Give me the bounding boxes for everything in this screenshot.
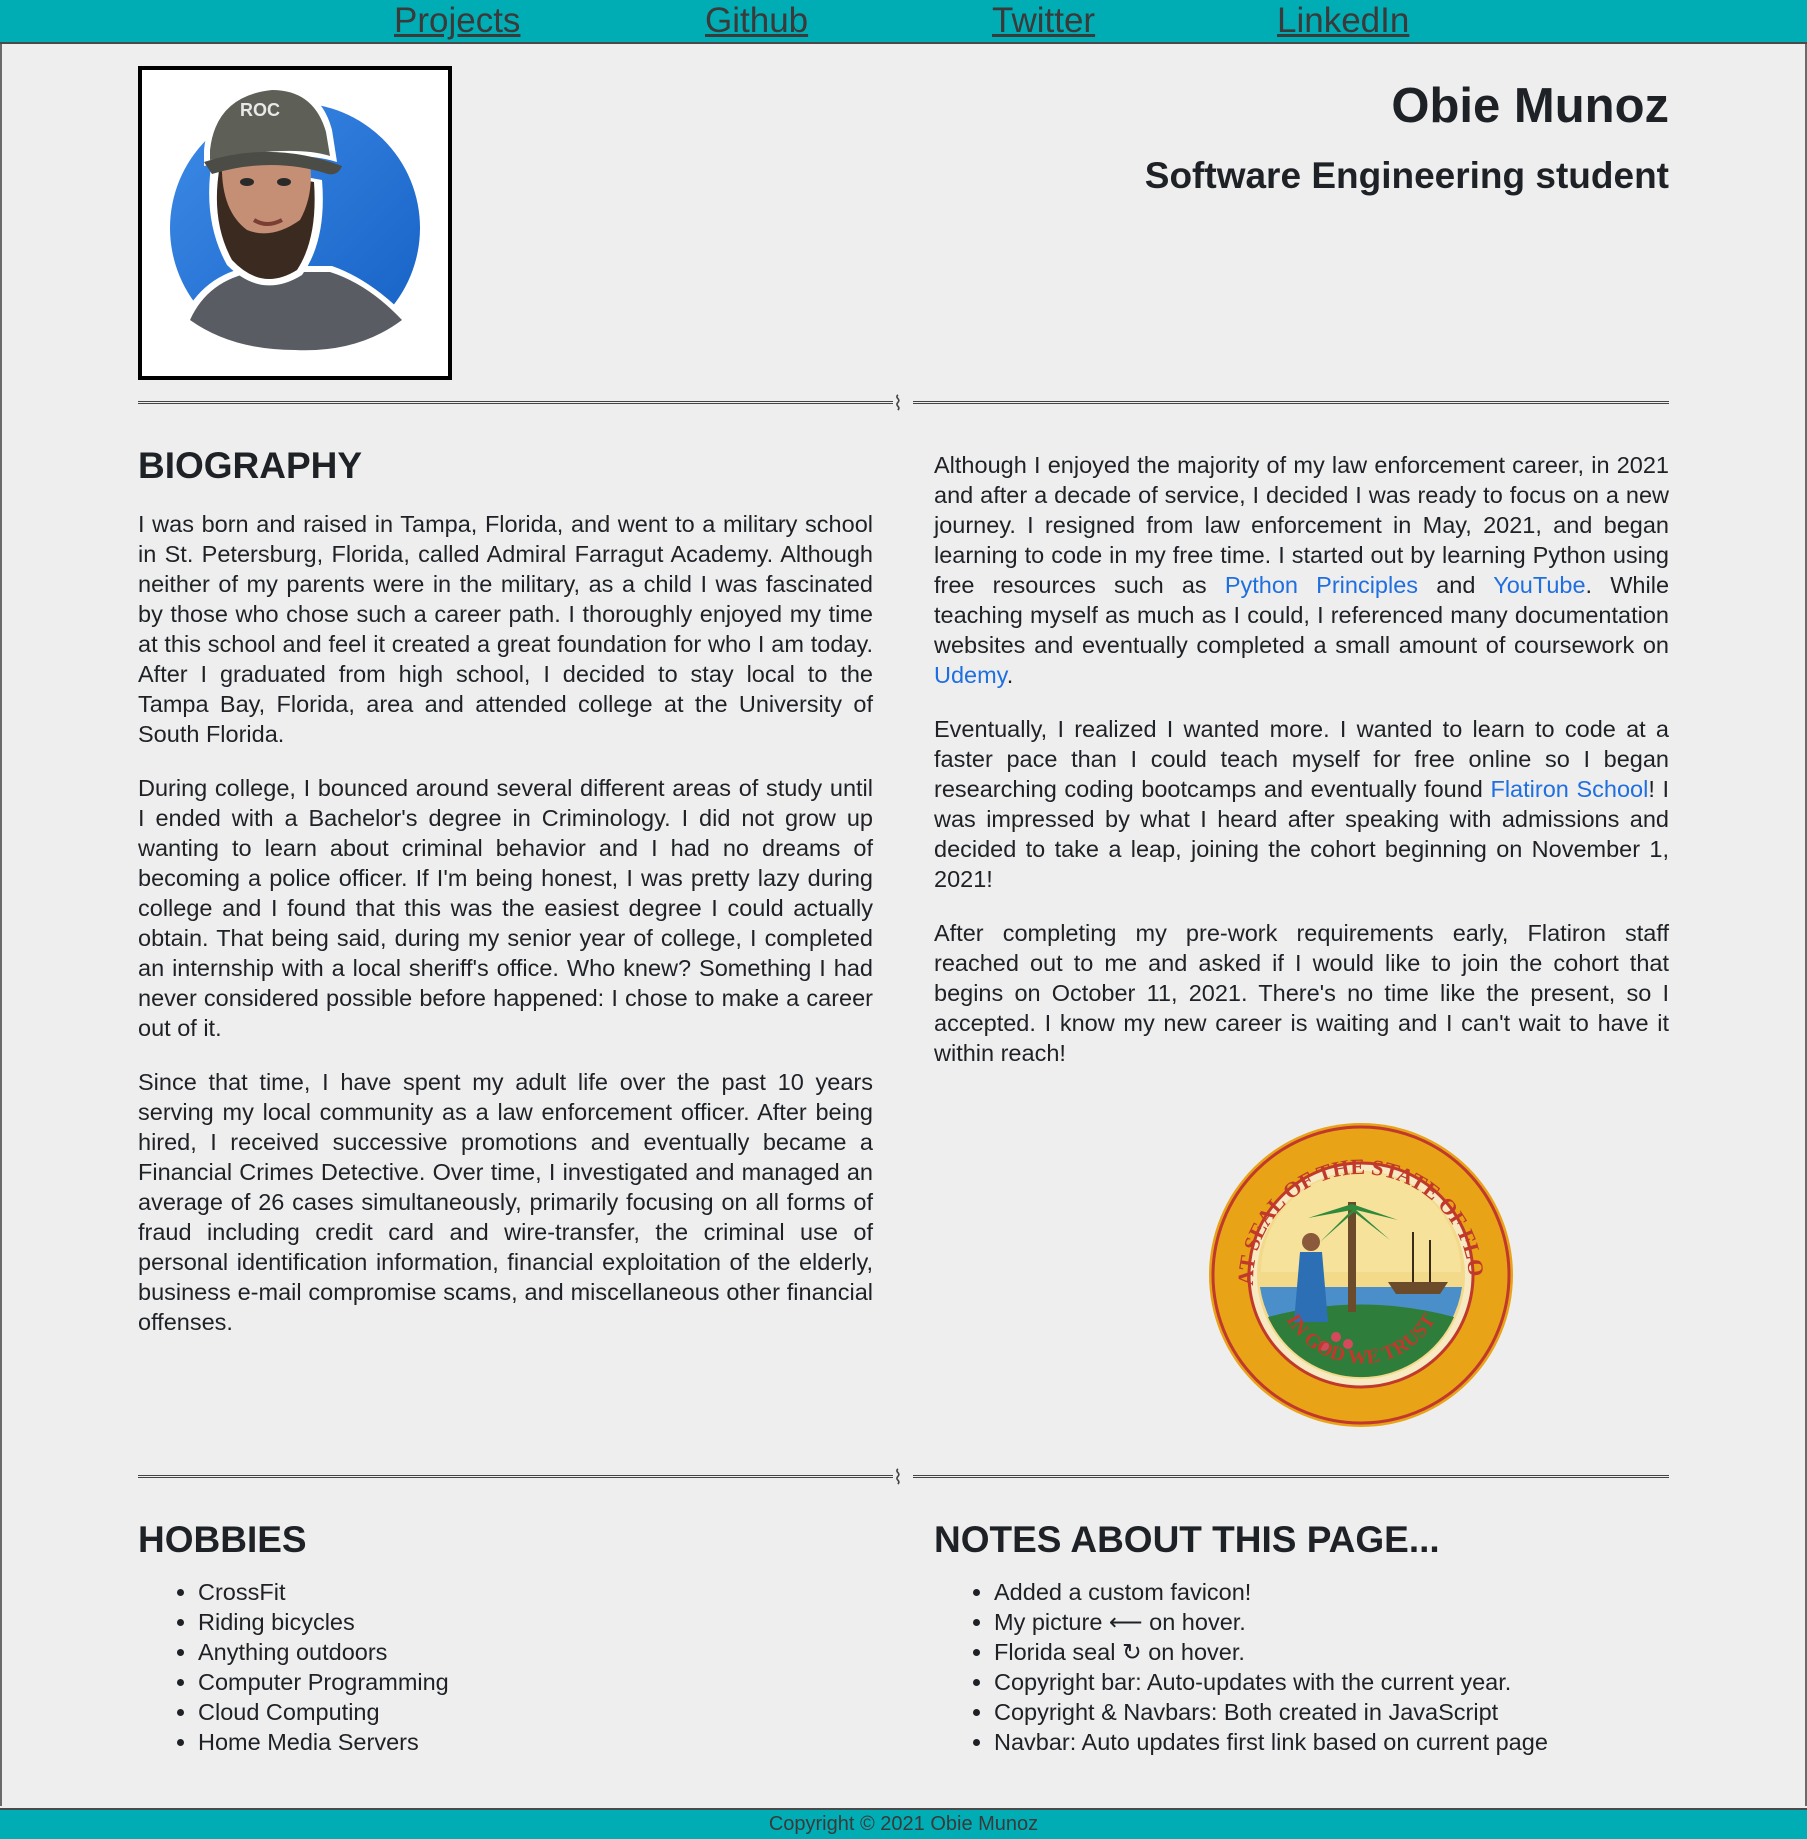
hobbies-section: HOBBIES CrossFit Riding bicycles Anythin… [138,1518,873,1757]
list-item: Computer Programming [198,1667,873,1697]
hobbies-list: CrossFit Riding bicycles Anything outdoo… [138,1577,873,1757]
biography-paragraph: Although I enjoyed the majority of my la… [934,450,1669,690]
paragraph-text: . [1006,662,1014,688]
florida-seal-icon: GREAT SEAL OF THE STATE OF FLORIDA IN GO… [1199,1102,1513,1427]
list-item: Added a custom favicon! [994,1577,1669,1607]
notes-list: Added a custom favicon! My picture ⟵ on … [934,1577,1669,1757]
paragraph-text: and [1418,572,1494,598]
biography-paragraph: Eventually, I realized I wanted more. I … [934,714,1669,894]
svg-text:ROC: ROC [240,100,280,120]
list-item: Copyright & Navbars: Both created in Jav… [994,1697,1669,1727]
nav-link-projects[interactable]: Projects [394,0,520,42]
list-item: Home Media Servers [198,1727,873,1757]
biography-paragraph: I was born and raised in Tampa, Florida,… [138,511,873,747]
section-divider: ⌇ [138,1467,1669,1489]
list-item: Anything outdoors [198,1637,873,1667]
biography-paragraph: During college, I bounced around several… [138,775,873,1041]
nav-link-twitter[interactable]: Twitter [992,0,1095,42]
page-title: Obie Munoz [1391,79,1669,133]
list-item: Florida seal ↻ on hover. [994,1637,1669,1667]
hobbies-heading: HOBBIES [138,1519,307,1560]
section-divider: ⌇ [138,393,1669,415]
python-principles-link[interactable]: Python Principles [1225,572,1418,598]
copyright-bar: Copyright © 2021 Obie Munoz [0,1808,1807,1839]
list-item: Navbar: Auto updates first link based on… [994,1727,1669,1757]
list-item: Cloud Computing [198,1697,873,1727]
list-item: Riding bicycles [198,1607,873,1637]
biography-paragraph: After completing my pre-work requirement… [934,920,1669,1066]
page-subtitle: Software Engineering student [1144,155,1669,196]
biography-right-column: Although I enjoyed the majority of my la… [934,450,1669,1092]
notes-heading: NOTES ABOUT THIS PAGE... [934,1519,1440,1560]
list-item: Copyright bar: Auto-updates with the cur… [994,1667,1669,1697]
florida-seal[interactable]: GREAT SEAL OF THE STATE OF FLORIDA IN GO… [1199,1102,1514,1428]
nav-link-github[interactable]: Github [705,0,808,42]
notes-section: NOTES ABOUT THIS PAGE... Added a custom … [934,1518,1669,1757]
navbar: Projects Github Twitter LinkedIn [0,0,1807,44]
nav-link-linkedin[interactable]: LinkedIn [1277,0,1409,42]
udemy-link[interactable]: Udemy [934,662,1007,688]
biography-heading: BIOGRAPHY [138,445,363,486]
profile-avatar-illustration: ROC [170,84,420,357]
flatiron-school-link[interactable]: Flatiron School [1490,776,1648,802]
list-item: CrossFit [198,1577,873,1607]
copyright-text: Copyright © 2021 Obie Munoz [768,1813,1039,1835]
profile-picture[interactable]: ROC [138,66,452,380]
biography-paragraph: Since that time, I have spent my adult l… [138,1069,873,1335]
list-item: My picture ⟵ on hover. [994,1607,1669,1637]
page-border-left [0,44,2,1806]
youtube-link[interactable]: YouTube [1493,572,1585,598]
biography-left-column: BIOGRAPHY I was born and raised in Tampa… [138,444,873,1361]
